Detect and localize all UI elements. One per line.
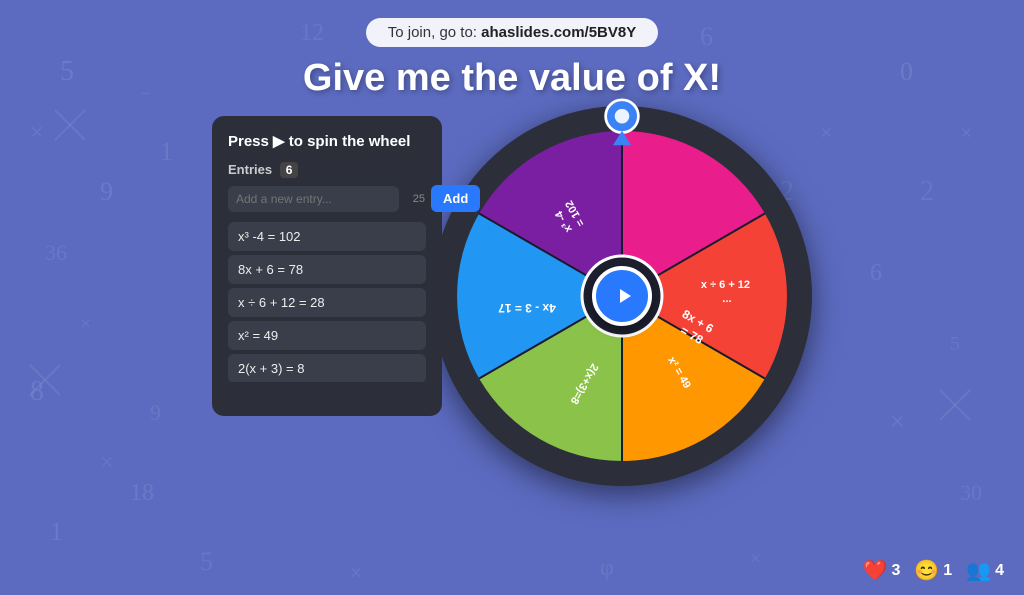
play-icon xyxy=(612,284,636,308)
entries-label-text: Entries xyxy=(228,162,272,177)
add-button[interactable]: Add xyxy=(431,185,480,212)
char-count: 25 xyxy=(405,193,425,205)
list-item: 2(x + 3) = 8 xyxy=(228,354,426,382)
join-url: ahaslides.com/5BV8Y xyxy=(481,24,636,41)
wheel-area: 8x + 6 = 78 x ÷ 6 + 12 ... x² = 49 2(x+3… xyxy=(432,106,812,486)
join-prefix: To join, go to: xyxy=(388,24,481,41)
entries-label: Entries 6 xyxy=(228,162,426,177)
wheel-pointer xyxy=(602,98,642,148)
entries-count: 6 xyxy=(280,162,299,178)
heart-icon: ❤️ xyxy=(863,558,888,583)
list-item: x² = 49 xyxy=(228,321,426,350)
svg-text:4x - 3 = 17: 4x - 3 = 17 xyxy=(498,301,556,315)
wheel-play-button[interactable] xyxy=(592,266,652,326)
reaction-hearts: ❤️ 3 xyxy=(863,558,901,583)
list-item: x³ -4 = 102 xyxy=(228,222,426,251)
entry-input[interactable] xyxy=(228,186,399,212)
main-container: To join, go to: ahaslides.com/5BV8Y Give… xyxy=(0,0,1024,595)
wheel-outer: 8x + 6 = 78 x ÷ 6 + 12 ... x² = 49 2(x+3… xyxy=(432,106,812,486)
question-title: Give me the value of X! xyxy=(303,57,721,100)
reaction-users: 👥 4 xyxy=(966,558,1004,583)
entries-panel: Press ▶ to spin the wheel Entries 6 25 A… xyxy=(212,116,442,416)
bottom-bar: ❤️ 3 😊 1 👥 4 xyxy=(863,558,1004,583)
users-count: 4 xyxy=(995,562,1004,580)
panel-header-text: Press ▶ to spin the wheel xyxy=(228,132,410,150)
content-row: Press ▶ to spin the wheel Entries 6 25 A… xyxy=(30,116,994,486)
users-icon: 👥 xyxy=(966,558,991,583)
panel-header: Press ▶ to spin the wheel xyxy=(228,132,426,150)
entries-list: x³ -4 = 102 8x + 6 = 78 x ÷ 6 + 12 = 28 x² … xyxy=(228,222,426,382)
heart-count: 3 xyxy=(891,562,900,580)
entry-input-row: 25 Add xyxy=(228,185,426,212)
smile-icon: 😊 xyxy=(914,558,939,583)
join-bar: To join, go to: ahaslides.com/5BV8Y xyxy=(366,18,658,47)
smile-count: 1 xyxy=(943,562,952,580)
list-item: x ÷ 6 + 12 = 28 xyxy=(228,288,426,317)
list-item: 8x + 6 = 78 xyxy=(228,255,426,284)
reaction-smile: 😊 1 xyxy=(914,558,952,583)
